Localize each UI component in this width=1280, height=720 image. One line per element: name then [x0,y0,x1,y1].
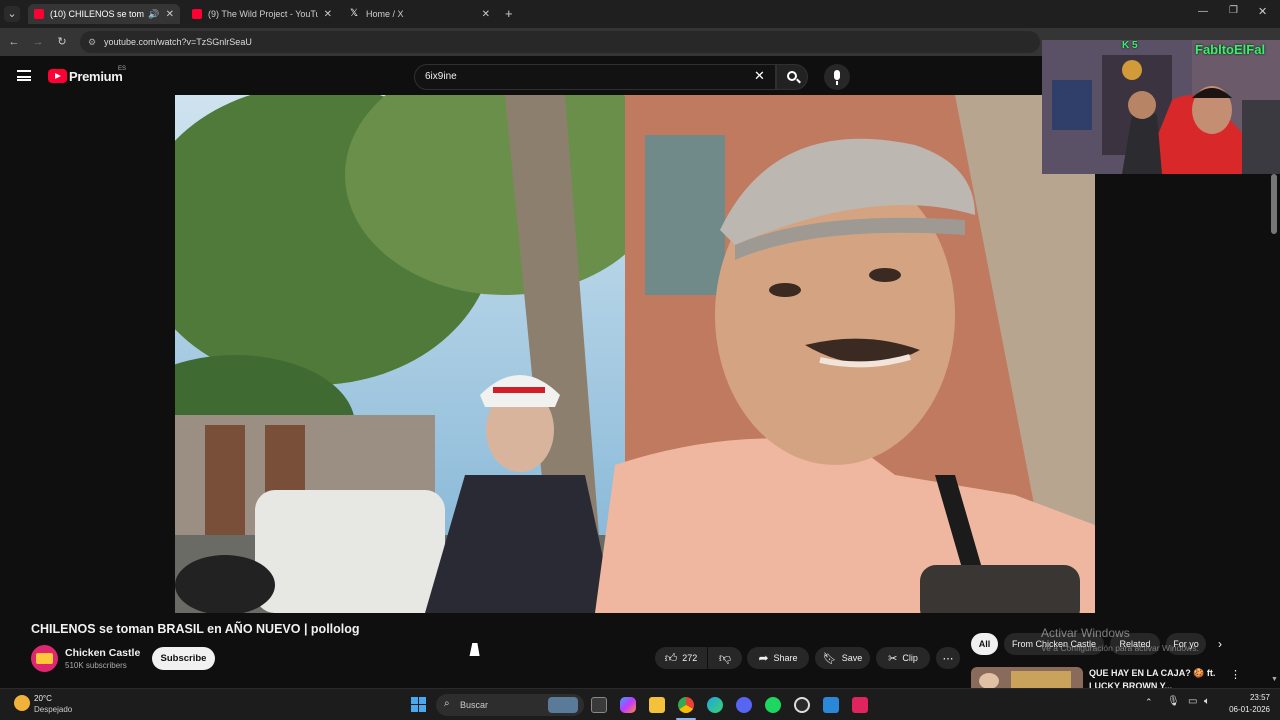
recommended-menu-icon[interactable]: ⋮ [1230,668,1241,681]
volume-icon[interactable]: 🔈︎ [1204,696,1210,707]
subscribe-button[interactable]: Subscribe [152,647,215,670]
scissors-icon: ✂ [888,652,898,665]
hamburger-menu-icon[interactable] [17,70,31,81]
bookmark-icon: 🔖︎ [822,652,837,665]
region-code: ES [118,66,127,72]
microphone-icon [834,70,840,80]
streamer-name: FabltoElFal [1195,42,1266,57]
search-icon: ⌕ [444,698,450,709]
notepad-icon[interactable] [823,697,839,713]
tray-mic-icon[interactable]: 🎙︎ [1167,696,1180,707]
browser-tab-strip: ⌄ (10) CHILENOS se toman B 🔊 ✕ (9) The W… [0,0,1280,28]
recommended-thumbnail[interactable] [971,667,1083,689]
mouse-cursor-icon [469,643,483,656]
close-tab-icon[interactable]: ✕ [324,9,332,20]
x-logo-icon: 𝕏 [350,8,359,19]
tray-chevron-icon[interactable]: ⌃ [1145,697,1153,708]
maximize-icon[interactable]: ❐ [1229,5,1238,16]
close-tab-icon[interactable]: ✕ [482,9,490,20]
thumbs-up-icon: 👍︎ [664,650,678,665]
youtube-favicon-icon [192,9,202,19]
share-button[interactable]: ➦ Share [747,647,809,669]
close-window-icon[interactable]: ✕ [1258,5,1267,18]
video-player[interactable] [175,95,1095,613]
dislike-button[interactable]: 👎︎ [708,647,742,669]
youtube-favicon-icon [34,9,44,19]
streamer-webcam-overlay: FabltoElFal K 5 [1042,40,1280,174]
windows-start-icon[interactable] [411,697,427,713]
page-scrollbar-thumb[interactable] [1271,174,1277,234]
thumbs-down-icon: 👎︎ [718,650,732,665]
obs-icon[interactable] [794,697,810,713]
chip-all[interactable]: All [971,633,998,655]
url-field[interactable]: ⚙ youtube.com/watch?v=TzSGnlrSeaU [80,31,1040,53]
youtube-logo-icon[interactable] [48,69,67,83]
clock-date[interactable]: 06-01-2026 [1220,705,1270,714]
save-button[interactable]: 🔖︎ Save [815,647,870,669]
back-arrow-icon[interactable]: ← [6,34,22,50]
chrome-icon[interactable] [678,697,694,713]
tab-list-chevron-icon[interactable]: ⌄ [4,6,20,22]
discord-icon[interactable] [736,697,752,713]
task-view-icon[interactable] [591,697,607,713]
new-tab-plus-icon[interactable]: + [505,6,513,21]
more-actions-icon[interactable]: ⋯ [936,647,960,669]
copilot-icon[interactable] [620,697,636,713]
speaker-icon[interactable]: 🔊 [148,9,159,20]
recommended-title-line2[interactable]: LUCKY BROWN Y... [1089,681,1172,688]
activate-windows-title: Activar Windows [1041,626,1130,640]
channel-name[interactable]: Chicken Castle [65,647,140,659]
weather-icon[interactable] [14,695,30,711]
clip-button[interactable]: ✂ Clip [876,647,930,669]
video-frame [175,95,1095,613]
recommended-title[interactable]: QUE HAY EN LA CAJA? 🍪 ft. [1089,668,1215,679]
webcam-frame [1042,40,1280,174]
windows-taskbar: 20°C Despejado ⌕ Buscar ⌃ 🎙︎ ▭ 🔈︎ 23:57 … [0,688,1280,720]
activate-windows-subtitle: Ve a Configuración para activar Windows. [1041,643,1199,653]
share-arrow-icon: ➦ [758,651,769,665]
tab-wild-project[interactable]: (9) The Wild Project - YouTube ✕ [186,4,338,24]
scroll-down-arrow-icon[interactable]: ▼ [1271,676,1278,683]
spotify-icon[interactable] [765,697,781,713]
channel-avatar[interactable] [31,645,58,672]
tab-home-x[interactable]: 𝕏 Home / X ✕ [344,4,496,24]
like-button[interactable]: 👍︎ 272 [655,647,707,669]
taskbar-search-box[interactable]: ⌕ Buscar [436,694,584,716]
weather-desc: Despejado [34,705,73,714]
tab-chilenos[interactable]: (10) CHILENOS se toman B 🔊 ✕ [28,4,180,24]
youtube-premium-wordmark[interactable]: Premium [69,69,123,84]
search-highlight-icon [548,697,578,713]
network-icon[interactable]: ▭ [1188,696,1197,707]
voice-search-button[interactable] [824,64,850,90]
subscriber-count: 510K subscribers [65,661,127,670]
file-explorer-icon[interactable] [649,697,665,713]
chips-next-chevron-icon[interactable]: › [1218,637,1222,651]
weather-temp: 20°C [34,694,52,703]
video-title: CHILENOS se toman BRASIL en AÑO NUEVO | … [31,622,360,636]
clock-time[interactable]: 23:57 [1226,693,1270,702]
overlay-badge: K 5 [1122,40,1138,51]
search-input[interactable]: 6ix9ine [414,64,776,90]
clear-search-icon[interactable]: ✕ [754,68,765,84]
downloader-icon[interactable] [852,697,868,713]
reload-icon[interactable]: ↻ [54,34,70,50]
minimize-icon[interactable]: — [1198,6,1208,17]
close-tab-icon[interactable]: ✕ [166,9,174,20]
edge-icon[interactable] [707,697,723,713]
forward-arrow-icon[interactable]: → [30,34,46,50]
like-count: 272 [682,653,698,663]
site-info-icon[interactable]: ⚙ [88,31,96,53]
search-button[interactable] [776,64,808,90]
